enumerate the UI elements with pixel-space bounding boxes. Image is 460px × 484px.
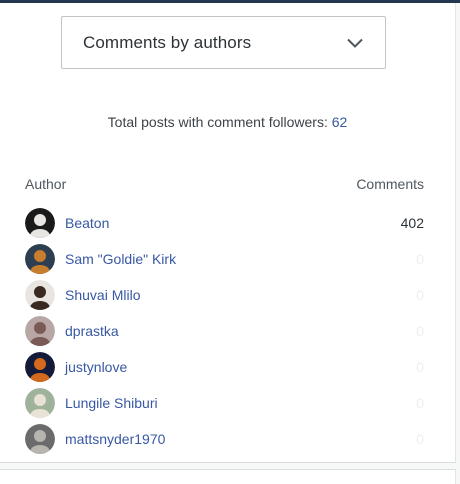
total-posts-summary: Total posts with comment followers: 62	[0, 114, 455, 130]
author-cell: justynlove	[25, 352, 127, 382]
avatar[interactable]	[25, 244, 55, 274]
author-name-link[interactable]: Shuvai Mlilo	[65, 287, 140, 303]
avatar[interactable]	[25, 388, 55, 418]
author-name-link[interactable]: Beaton	[65, 215, 109, 231]
avatar[interactable]	[25, 352, 55, 382]
author-cell: Beaton	[25, 208, 109, 238]
comment-count: 0	[416, 323, 424, 339]
table-row: mattsnyder1970 0	[25, 421, 424, 457]
author-name-link[interactable]: mattsnyder1970	[65, 431, 165, 447]
comments-column-header: Comments	[356, 176, 424, 192]
table-header: Author Comments	[25, 176, 424, 192]
table-row: dprastka 0	[25, 313, 424, 349]
table-row: Lungile Shiburi 0	[25, 385, 424, 421]
table-row: Sam "Goldie" Kirk 0	[25, 241, 424, 277]
total-posts-label: Total posts with comment followers:	[107, 114, 328, 130]
comment-count: 0	[416, 251, 424, 267]
author-cell: Lungile Shiburi	[25, 388, 158, 418]
comment-count: 0	[416, 287, 424, 303]
author-name-link[interactable]: Sam "Goldie" Kirk	[65, 251, 176, 267]
comment-count: 402	[400, 215, 424, 231]
table-row: Shuvai Mlilo 0	[25, 277, 424, 313]
comment-count: 0	[416, 395, 424, 411]
chevron-down-icon	[347, 38, 363, 48]
author-list: Beaton 402 Sam "Goldie" Kirk 0 Shuvai Mlilo 0…	[25, 205, 424, 457]
table-row: justynlove 0	[25, 349, 424, 385]
table-row: Beaton 402	[25, 205, 424, 241]
author-column-header: Author	[25, 176, 67, 192]
avatar[interactable]	[25, 424, 55, 454]
avatar[interactable]	[25, 316, 55, 346]
author-cell: Sam "Goldie" Kirk	[25, 244, 176, 274]
author-cell: Shuvai Mlilo	[25, 280, 140, 310]
author-name-link[interactable]: dprastka	[65, 323, 119, 339]
total-posts-count[interactable]: 62	[332, 114, 348, 130]
avatar[interactable]	[25, 280, 55, 310]
dropdown-label: Comments by authors	[83, 32, 252, 52]
comments-by-authors-panel: Comments by authors Total posts with com…	[0, 3, 456, 463]
comments-by-authors-dropdown[interactable]: Comments by authors	[61, 16, 386, 69]
author-cell: mattsnyder1970	[25, 424, 165, 454]
avatar[interactable]	[25, 208, 55, 238]
author-name-link[interactable]: Lungile Shiburi	[65, 395, 158, 411]
comment-count: 0	[416, 431, 424, 447]
comment-count: 0	[416, 359, 424, 375]
author-name-link[interactable]: justynlove	[65, 359, 127, 375]
author-cell: dprastka	[25, 316, 119, 346]
next-panel	[0, 469, 456, 484]
